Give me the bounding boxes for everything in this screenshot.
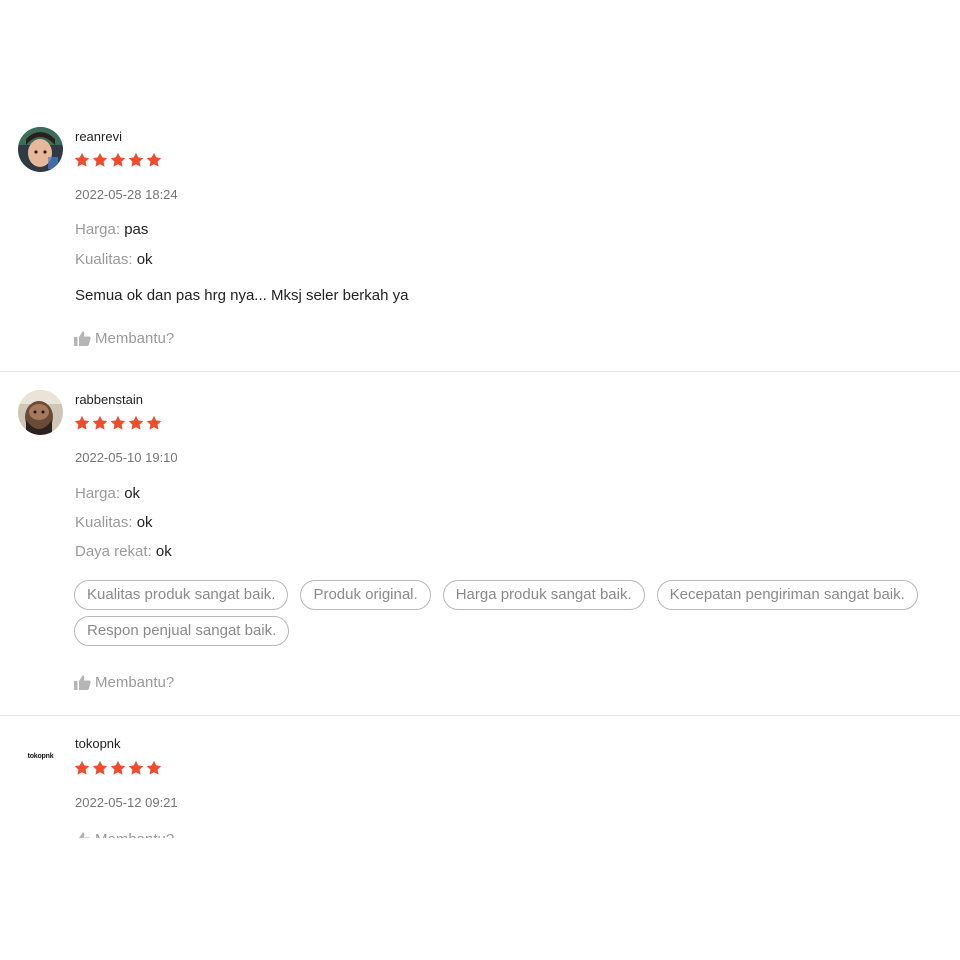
star-icon: [146, 152, 162, 167]
attribute-key: Harga:: [75, 221, 121, 238]
thumbs-up-icon: [74, 331, 91, 346]
star-icon: [128, 415, 144, 430]
avatar[interactable]: [18, 127, 63, 172]
attribute-price: Harga: ok: [75, 485, 140, 502]
review-tag: Kualitas produk sangat baik.: [74, 580, 289, 610]
helpful-label: Membantu?: [95, 831, 174, 838]
attribute-value: ok: [155, 543, 172, 560]
star-icon: [74, 152, 90, 167]
attribute-key: Kualitas:: [75, 251, 133, 268]
star-rating: [74, 760, 162, 776]
star-icon: [74, 415, 90, 430]
star-icon: [92, 760, 108, 775]
review-comment: Semua ok dan pas hrg nya... Mksj seler b…: [75, 287, 409, 304]
helpful-label: Membantu?: [95, 674, 175, 691]
attribute-adhesion: Daya rekat: ok: [75, 543, 172, 560]
star-icon: [110, 760, 126, 775]
username[interactable]: rabbenstain: [75, 392, 143, 407]
review-list: reanrevi 2022-05-28 18:24 Harga: pas Kua…: [0, 0, 960, 838]
helpful-button[interactable]: Membantu?: [74, 330, 174, 347]
star-icon: [92, 415, 108, 430]
star-icon: [128, 152, 144, 167]
star-icon: [74, 760, 90, 775]
avatar[interactable]: [18, 390, 63, 435]
review-tag: Respon penjual sangat baik.: [74, 616, 290, 646]
review-timestamp: 2022-05-12 09:21: [75, 795, 178, 810]
attribute-value: ok: [136, 514, 153, 531]
star-rating: [74, 415, 162, 431]
attribute-quality: Kualitas: ok: [75, 251, 153, 268]
divider: [0, 715, 960, 716]
star-icon: [146, 760, 162, 775]
review-timestamp: 2022-05-10 19:10: [75, 450, 178, 465]
review-tag: Kecepatan pengiriman sangat baik.: [656, 580, 918, 610]
attribute-key: Daya rekat:: [75, 543, 152, 560]
username[interactable]: tokopnk: [75, 736, 121, 751]
helpful-label: Membantu?: [95, 330, 175, 347]
divider: [0, 371, 960, 372]
review-timestamp: 2022-05-28 18:24: [75, 187, 178, 202]
attribute-value: pas: [124, 221, 149, 238]
helpful-button[interactable]: Membantu?: [74, 831, 174, 838]
thumbs-up-icon: [74, 675, 91, 690]
star-icon: [128, 760, 144, 775]
thumbs-up-icon: [79, 832, 91, 838]
attribute-price: Harga: pas: [75, 221, 148, 238]
review-tag: Produk original.: [300, 580, 431, 610]
attribute-key: Kualitas:: [75, 514, 133, 531]
attribute-value: ok: [124, 485, 141, 502]
star-rating: [74, 152, 162, 168]
avatar[interactable]: tokopnk: [18, 734, 63, 779]
review-tag: Harga produk sangat baik.: [442, 580, 645, 610]
star-icon: [92, 152, 108, 167]
avatar-logo-text: tokopnk: [27, 753, 54, 760]
username[interactable]: reanrevi: [75, 129, 122, 144]
star-icon: [146, 415, 162, 430]
star-icon: [110, 152, 126, 167]
attribute-quality: Kualitas: ok: [75, 514, 153, 531]
attribute-value: ok: [136, 251, 153, 268]
star-icon: [110, 415, 126, 430]
review-tags: Kualitas produk sangat baik. Produk orig…: [74, 580, 954, 646]
attribute-key: Harga:: [75, 485, 121, 502]
helpful-button[interactable]: Membantu?: [74, 674, 174, 691]
